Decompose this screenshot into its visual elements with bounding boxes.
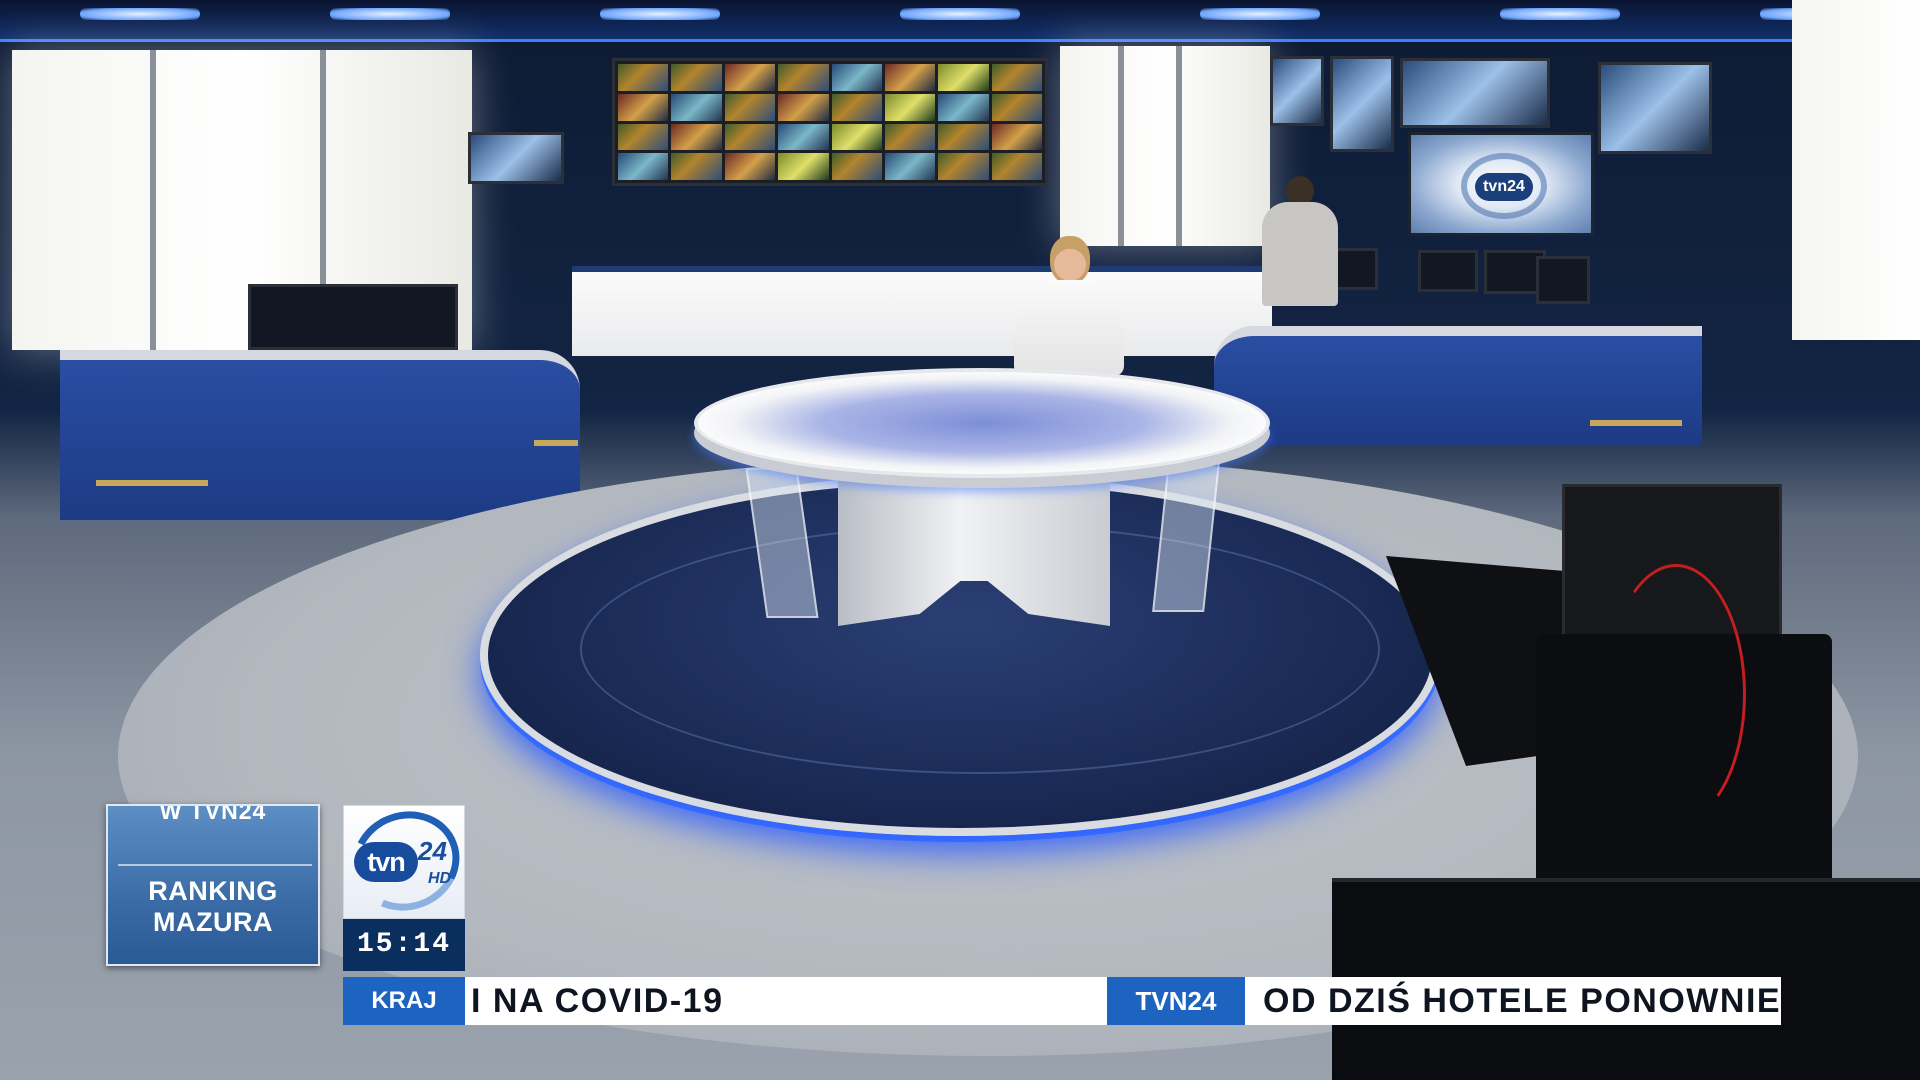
news-ticker: KRAJ I NA COVID-19 TVN24 OD DZIŚ HOTELE … (343, 977, 1781, 1025)
video-wall-screen (831, 64, 882, 91)
studio-monitor (1418, 250, 1478, 292)
panel-frame (150, 50, 156, 350)
panel-frame (1118, 46, 1124, 246)
video-wall-screen (938, 153, 989, 180)
video-wall-screen (991, 64, 1042, 91)
right-workstation-desk (1214, 326, 1702, 446)
promo-program-title: RANKING MAZURA (148, 876, 278, 937)
video-wall-screen (671, 123, 722, 151)
backlit-wall-center (1060, 46, 1270, 246)
studio-camera (1386, 484, 1832, 904)
studio-logo-screen: tvn24 (1408, 132, 1594, 236)
ceiling-light (600, 8, 720, 20)
video-wall-screen (884, 123, 936, 151)
video-wall-screen (618, 64, 669, 91)
video-wall-screen (938, 93, 989, 121)
video-wall-screen (618, 93, 669, 121)
studio-logo-text: tvn24 (1475, 173, 1533, 201)
video-wall-screen (884, 153, 936, 180)
studio-monitor (468, 132, 564, 184)
video-wall-screen (724, 93, 776, 121)
desk-stripe (96, 480, 208, 486)
video-wall-screen (724, 123, 776, 151)
crew-body (1262, 202, 1338, 306)
promo-channel-label: W TVN24 (159, 804, 267, 824)
video-wall-screen (671, 93, 722, 121)
backlit-news-desk (572, 266, 1272, 356)
logo-hd-mark: HD (428, 870, 452, 887)
desk-stripe (1590, 420, 1682, 426)
video-wall-screen (618, 123, 669, 151)
video-wall-screen (618, 153, 669, 180)
desk-stripe (534, 440, 578, 446)
workstation-monitor (248, 284, 458, 350)
video-wall-screen (938, 123, 989, 151)
anchor-desk-top (694, 368, 1270, 478)
video-wall-screen (778, 123, 829, 151)
ticker-category-label: KRAJ (343, 977, 465, 1025)
studio-monitor (1598, 62, 1712, 154)
ceiling-light (1200, 8, 1320, 20)
video-wall-screen (831, 153, 882, 180)
video-wall-screen (724, 153, 776, 180)
video-wall-screen (778, 64, 829, 91)
video-wall-screen (938, 64, 989, 91)
video-wall-screen (884, 93, 936, 121)
video-wall-screen (884, 64, 936, 91)
ticker-headline: OD DZIŚ HOTELE PONOWNIE MOGĄ PRZYJM (1263, 982, 1781, 1020)
ceiling-light (80, 8, 200, 20)
ceiling-light (1500, 8, 1620, 20)
left-workstation-desk (60, 350, 580, 520)
video-wall-screen (991, 153, 1042, 180)
video-wall-screen (991, 123, 1042, 151)
channel-logo: tvn 24 HD (338, 796, 474, 926)
video-wall (612, 58, 1048, 186)
promo-divider (118, 864, 312, 866)
news-presenter (1014, 236, 1124, 376)
video-wall-screen (778, 153, 829, 180)
program-promo-box: W TVN24 RANKING MAZURA (106, 804, 320, 966)
studio-monitor (1330, 56, 1394, 152)
ceiling-light (330, 8, 450, 20)
studio-monitor (1536, 256, 1590, 304)
video-wall-screen (831, 123, 882, 151)
video-wall-screen (831, 93, 882, 121)
studio-monitor (1400, 58, 1550, 128)
presenter-body (1014, 280, 1124, 376)
panel-frame (1176, 46, 1182, 246)
studio-ceiling (0, 0, 1920, 42)
on-air-clock: 15:14 (343, 919, 465, 971)
video-wall-screen (778, 93, 829, 121)
presenter-head (1050, 236, 1090, 284)
ticker-separator-badge: TVN24 (1107, 977, 1245, 1025)
logo-number: 24 (418, 836, 447, 866)
backlit-wall-right (1792, 0, 1920, 340)
ticker-previous-headline: I NA COVID-19 (471, 982, 724, 1020)
studio-crew-member (1262, 176, 1338, 306)
ceiling-light (900, 8, 1020, 20)
video-wall-screen (991, 93, 1042, 121)
camera-cable (1606, 564, 1746, 824)
video-wall-screen (724, 64, 776, 91)
video-wall-screen (671, 64, 722, 91)
logo-wordmark: tvn (354, 842, 418, 882)
video-wall-screen (671, 153, 722, 180)
studio-monitor (1270, 56, 1324, 126)
